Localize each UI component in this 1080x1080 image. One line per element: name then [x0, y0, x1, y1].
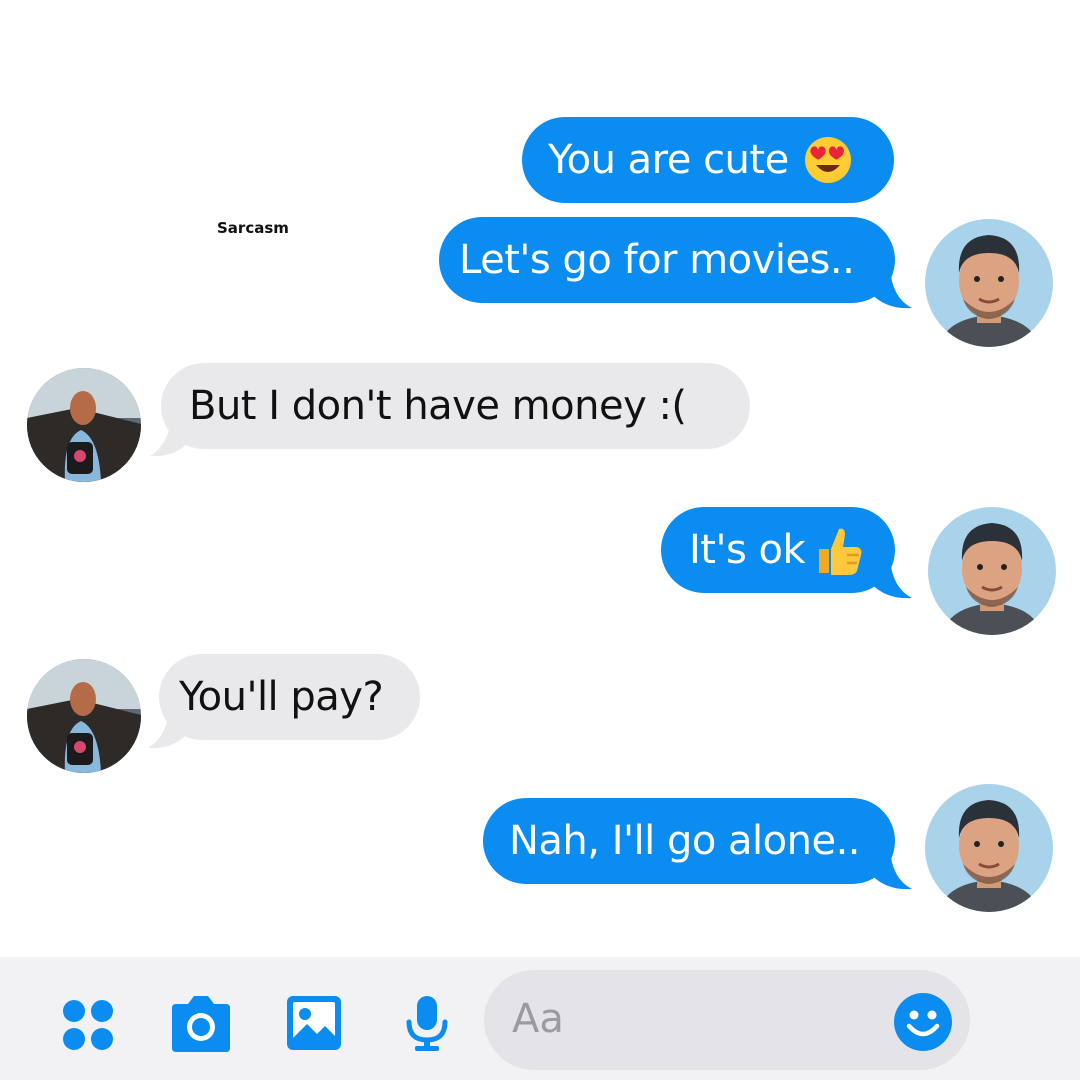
- apps-grid-icon[interactable]: [60, 996, 116, 1054]
- message-bubble-outgoing[interactable]: It's ok: [661, 507, 895, 593]
- message-bubble-incoming[interactable]: You'll pay?: [159, 654, 420, 740]
- emoji-icon[interactable]: [893, 992, 953, 1052]
- avatar-them[interactable]: [27, 368, 141, 482]
- watermark: Sarcasm: [217, 219, 289, 237]
- message-text: Nah, I'll go alone..: [509, 818, 861, 864]
- avatar-me[interactable]: [925, 784, 1053, 912]
- thumbs-up-emoji: [813, 523, 863, 577]
- message-bubble-outgoing[interactable]: You are cute: [522, 117, 894, 203]
- bubble-tail: [868, 268, 912, 309]
- message-bubble-incoming[interactable]: But I don't have money :(: [161, 363, 750, 449]
- message-text: But I don't have money :(: [189, 383, 687, 429]
- avatar-me[interactable]: [928, 507, 1056, 635]
- microphone-icon[interactable]: [403, 994, 451, 1054]
- message-text: Let's go for movies..: [459, 237, 855, 283]
- message-text: It's ok: [689, 527, 806, 573]
- gallery-icon[interactable]: [285, 994, 343, 1052]
- bubble-tail: [868, 849, 912, 890]
- avatar-them[interactable]: [27, 659, 141, 773]
- message-text: You are cute: [548, 137, 789, 183]
- message-bubble-outgoing[interactable]: Let's go for movies..: [439, 217, 895, 303]
- avatar-me[interactable]: [925, 219, 1053, 347]
- camera-icon[interactable]: [168, 994, 234, 1054]
- message-input-placeholder: Aa: [512, 996, 564, 1042]
- heart-eyes-emoji: [803, 135, 853, 185]
- bubble-tail: [868, 558, 912, 599]
- message-bubble-outgoing[interactable]: Nah, I'll go alone..: [483, 798, 895, 884]
- message-text: You'll pay?: [179, 674, 384, 720]
